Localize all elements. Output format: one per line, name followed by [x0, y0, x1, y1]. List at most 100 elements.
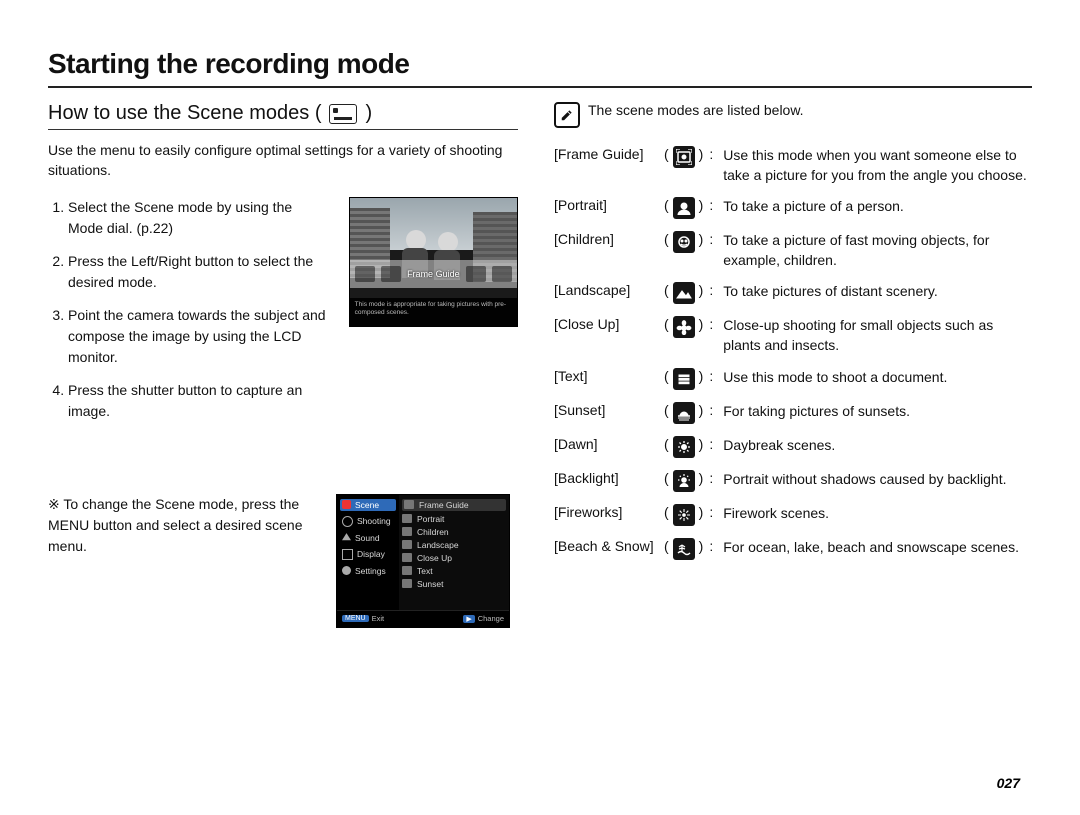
scene-modes-list: [Frame Guide] ( ) : Use this mode when yo… — [554, 146, 1032, 560]
lcd2-right-item: Portrait — [402, 514, 506, 524]
mode-icon-wrap: ( ) — [664, 197, 703, 219]
mode-label: [Dawn] — [554, 436, 658, 452]
mode-description: To take a picture of a person. — [723, 197, 1032, 217]
mode-row: [Close Up] ( ) : Close-up shooting for sm… — [554, 316, 1032, 355]
note-body: To change the Scene mode, press the MENU… — [48, 496, 302, 554]
subhead-text: How to use the Scene modes ( — [48, 102, 321, 125]
lcd-menu-screenshot: Scene Shooting Sound Display Settings Fr… — [336, 494, 510, 628]
lcd2-right-item: Sunset — [402, 579, 506, 589]
intro-text: Use the menu to easily configure optimal… — [48, 140, 518, 181]
lcd2-footer: MENUExit ▶Change — [337, 610, 509, 627]
lcd2-right-item: Landscape — [402, 540, 506, 550]
mode-description: Close-up shooting for small objects such… — [723, 316, 1032, 355]
mode-label: [Close Up] — [554, 316, 658, 332]
children-icon — [673, 231, 695, 253]
reference-mark-icon: ※ — [48, 496, 60, 512]
mode-description: Portrait without shadows caused by backl… — [723, 470, 1032, 490]
steps-list: Select the Scene mode by using the Mode … — [48, 197, 331, 434]
mode-row: [Fireworks]( ) : Firework scenes. — [554, 504, 1032, 526]
lcd2-left-menu: Scene Shooting Sound Display Settings — [337, 495, 399, 610]
mode-icon-wrap: ( ) — [664, 470, 703, 492]
mode-icon-wrap: ( ) — [664, 146, 703, 168]
mode-label: [Text] — [554, 368, 658, 384]
step-item: Point the camera towards the subject and… — [68, 305, 331, 368]
lcd2-right-item: Close Up — [402, 553, 506, 563]
mode-icon-wrap: ( ) — [664, 402, 703, 424]
mode-row: [Backlight] ( ) : Portrait without shadow… — [554, 470, 1032, 492]
mode-icon-wrap: ( ) — [664, 538, 703, 560]
colon: : — [709, 538, 717, 554]
mode-description: For taking pictures of sunsets. — [723, 402, 1032, 422]
mode-description: To take a picture of fast moving objects… — [723, 231, 1032, 270]
mode-label: [Fireworks] — [554, 504, 658, 520]
page-number: 027 — [997, 775, 1020, 791]
colon: : — [709, 470, 717, 486]
mode-description: Firework scenes. — [723, 504, 1032, 524]
mode-icon-wrap: ( ) — [664, 282, 703, 304]
frameguide-icon — [673, 146, 695, 168]
mode-description: Use this mode when you want someone else… — [723, 146, 1032, 185]
lcd2-left-item: Scene — [340, 499, 396, 511]
mode-label: [Portrait] — [554, 197, 658, 213]
mode-description: To take pictures of distant scenery. — [723, 282, 1032, 302]
mode-icon-wrap: ( ) — [664, 504, 703, 526]
colon: : — [709, 368, 717, 384]
lcd1-strip-label: Frame Guide — [407, 269, 460, 279]
mode-label: [Frame Guide] — [554, 146, 658, 162]
lcd2-right-menu: Frame Guide Portrait Children Landscape … — [399, 495, 509, 610]
mode-row: [Text] ( ) : Use this mode to shoot a doc… — [554, 368, 1032, 390]
lcd2-right-item: Children — [402, 527, 506, 537]
section-heading: How to use the Scene modes ( ) — [48, 102, 518, 130]
page-title: Starting the recording mode — [48, 48, 1032, 80]
lcd2-left-item: Display — [340, 548, 396, 561]
mode-label: [Sunset] — [554, 402, 658, 418]
subhead-close: ) — [365, 102, 372, 125]
lcd2-right-item: Frame Guide — [402, 499, 506, 511]
lcd2-right-item: Text — [402, 566, 506, 576]
mode-description: Daybreak scenes. — [723, 436, 1032, 456]
step-item: Press the Left/Right button to select th… — [68, 251, 331, 293]
fireworks-icon — [673, 504, 695, 526]
colon: : — [709, 282, 717, 298]
scene-mode-icon — [329, 104, 357, 124]
scene-change-note: ※ To change the Scene mode, press the ME… — [48, 494, 318, 628]
lcd2-left-item: Shooting — [340, 515, 396, 528]
mode-label: [Beach & Snow] — [554, 538, 658, 554]
lcd-preview-frame-guide: Frame Guide This mode is appropriate for… — [349, 197, 518, 327]
sunset-icon — [673, 402, 695, 424]
backlight-icon — [673, 470, 695, 492]
lcd2-menu-chip: MENU — [342, 615, 369, 622]
lcd2-left-item: Sound — [340, 532, 396, 544]
landscape-icon — [673, 282, 695, 304]
mode-icon-wrap: ( ) — [664, 316, 703, 338]
colon: : — [709, 402, 717, 418]
colon: : — [709, 316, 717, 332]
mode-row: [Beach & Snow]( ) : For ocean, lake, bea… — [554, 538, 1032, 560]
dawn-icon — [673, 436, 695, 458]
beachsnow-icon — [673, 538, 695, 560]
lcd2-change-chip: ▶ — [463, 615, 474, 623]
lcd1-caption: This mode is appropriate for taking pict… — [350, 298, 517, 326]
portrait-icon — [673, 197, 695, 219]
step-item: Press the shutter button to capture an i… — [68, 380, 331, 422]
mode-row: [Children]( ) : To take a picture of fas… — [554, 231, 1032, 270]
mode-row: [Landscape] ( ) : To take pictures of dis… — [554, 282, 1032, 304]
mode-row: [Dawn] ( ) : Daybreak scenes. — [554, 436, 1032, 458]
mode-row: [Frame Guide]( ) : Use this mode when yo… — [554, 146, 1032, 185]
modes-intro: The scene modes are listed below. — [588, 102, 804, 118]
horizontal-rule — [48, 86, 1032, 88]
mode-label: [Backlight] — [554, 470, 658, 486]
note-pencil-icon — [554, 102, 580, 128]
mode-row: [Sunset] ( ) : For taking pictures of sun… — [554, 402, 1032, 424]
mode-row: [Portrait] ( ) : To take a picture of a p… — [554, 197, 1032, 219]
mode-label: [Children] — [554, 231, 658, 247]
colon: : — [709, 436, 717, 452]
mode-icon-wrap: ( ) — [664, 436, 703, 458]
step-item: Select the Scene mode by using the Mode … — [68, 197, 331, 239]
mode-description: Use this mode to shoot a document. — [723, 368, 1032, 388]
mode-label: [Landscape] — [554, 282, 658, 298]
text-icon — [673, 368, 695, 390]
colon: : — [709, 197, 717, 213]
mode-icon-wrap: ( ) — [664, 368, 703, 390]
lcd2-left-item: Settings — [340, 565, 396, 577]
